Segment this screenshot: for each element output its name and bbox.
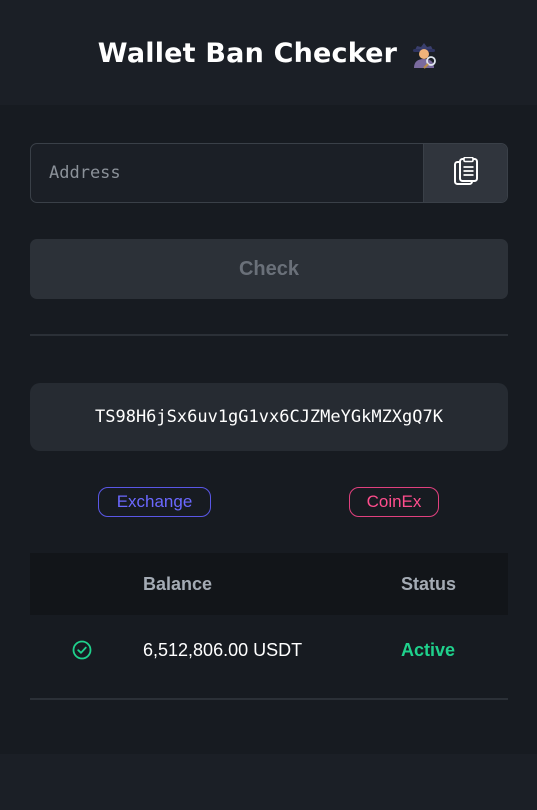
- result-table: Balance Status 6,512,806.00 USDT Active: [30, 553, 508, 685]
- page-title-text: Wallet Ban Checker: [97, 38, 398, 69]
- tag-coinex: CoinEx: [349, 487, 439, 517]
- table-header: Balance Status: [30, 553, 508, 615]
- page-title: Wallet Ban Checker: [98, 38, 439, 69]
- paste-button[interactable]: [423, 144, 507, 202]
- column-header-status: Status: [401, 573, 457, 594]
- balance-value: 6,512,806.00 USDT: [143, 640, 303, 660]
- header: Wallet Ban Checker: [0, 0, 537, 105]
- status-value: Active: [401, 640, 456, 660]
- clipboard-icon: [453, 157, 478, 185]
- footer: [0, 754, 537, 810]
- address-input-group: [30, 143, 508, 203]
- divider: [30, 698, 508, 700]
- divider: [30, 334, 508, 336]
- address-input[interactable]: [31, 144, 423, 202]
- checked-address: TS98H6jSx6uv1gG1vx6CJZMeYGkMZXgQ7K: [30, 383, 508, 451]
- tag-exchange: Exchange: [98, 487, 211, 517]
- detective-icon: [413, 42, 437, 69]
- check-button[interactable]: Check: [30, 239, 508, 299]
- check-circle-icon: [72, 640, 92, 660]
- column-header-balance: Balance: [143, 573, 213, 594]
- table-row: 6,512,806.00 USDT Active: [30, 615, 508, 685]
